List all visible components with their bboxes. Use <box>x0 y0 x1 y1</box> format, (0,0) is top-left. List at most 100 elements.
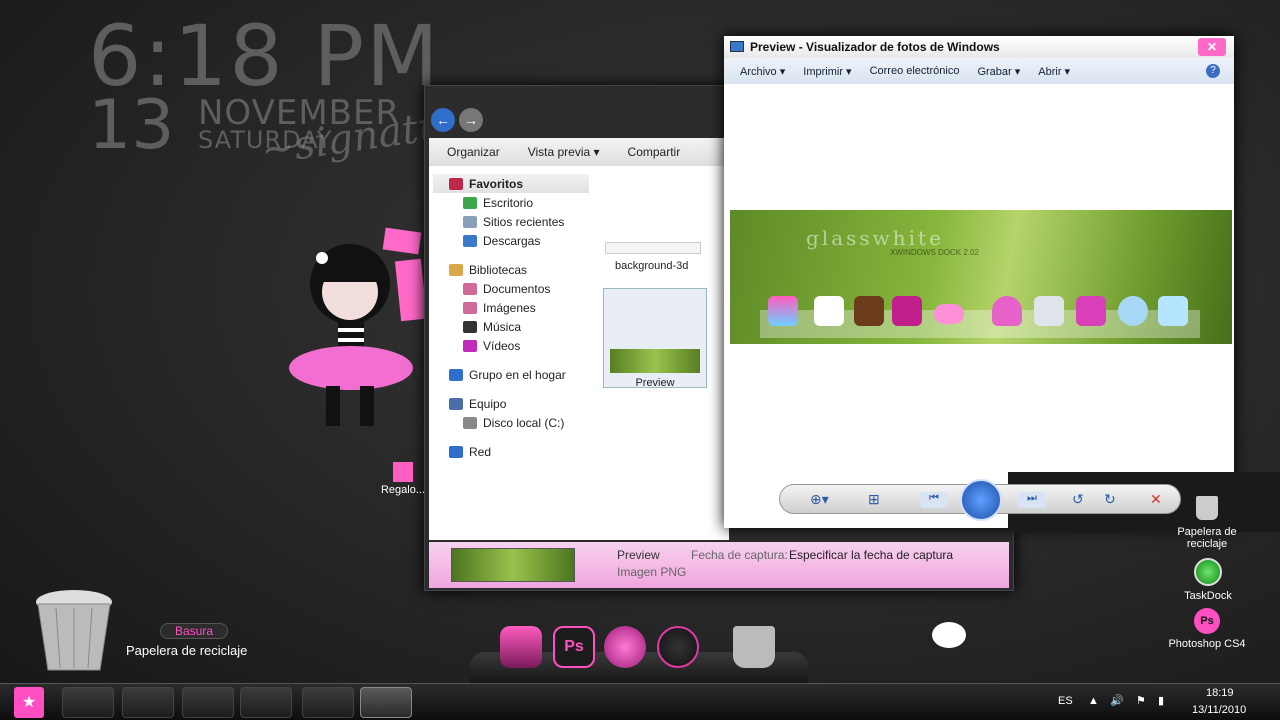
dock-icon <box>814 296 844 326</box>
flag-icon[interactable]: ⚑ <box>1136 694 1146 707</box>
dock-photoshop-icon[interactable]: Ps <box>553 626 595 668</box>
music-icon <box>463 320 477 333</box>
back-arrow-icon[interactable]: ← <box>431 108 455 132</box>
menu-imprimir[interactable]: Imprimir ▾ <box>803 65 851 78</box>
taskbar-app-messenger[interactable] <box>62 687 114 718</box>
rotate-left-icon[interactable]: ↺ <box>1072 491 1084 508</box>
dock-firefox-icon[interactable] <box>604 626 646 668</box>
tree-item-label: Vídeos <box>483 338 521 353</box>
tree-item[interactable]: Documentos <box>433 279 589 298</box>
dock-icon <box>1076 296 1106 326</box>
tree-item[interactable]: Favoritos <box>433 174 589 193</box>
preview-button[interactable]: Vista previa ▾ <box>528 145 600 159</box>
tree-item-label: Música <box>483 319 522 334</box>
drive-icon <box>463 416 477 429</box>
gift-icon <box>393 462 413 482</box>
photo-subtitle: XWINDOWS DOCK 2.02 <box>890 248 979 257</box>
viewer-menubar: Archivo ▾ Imprimir ▾ Correo electrónico Gra… <box>724 58 1234 84</box>
tree-item[interactable]: Sitios recientes <box>433 212 589 231</box>
dock-trash-icon[interactable] <box>733 626 775 668</box>
recent-icon <box>463 215 477 228</box>
tree-item[interactable]: Grupo en el hogar <box>433 365 589 384</box>
tree-item[interactable]: Imágenes <box>433 298 589 317</box>
taskdock-icon <box>1194 558 1222 586</box>
tree-item[interactable]: Red <box>433 442 589 461</box>
menu-abrir[interactable]: Abrir ▾ <box>1038 65 1070 78</box>
desktop-icon-gift[interactable]: Regalo... <box>380 462 426 496</box>
desktop-icon-taskdock[interactable]: TaskDock <box>1176 558 1240 602</box>
menu-correoelectrnico[interactable]: Correo electrónico <box>870 65 960 77</box>
volume-icon[interactable]: 🔊 <box>1110 694 1124 707</box>
taskbar-app-user[interactable] <box>182 687 234 718</box>
tree-item-label: Imágenes <box>483 300 536 315</box>
tree-item[interactable]: Equipo <box>433 394 589 413</box>
dock-video-icon[interactable] <box>657 626 699 668</box>
forward-arrow-icon[interactable]: → <box>459 108 483 132</box>
dock-media-icon[interactable] <box>500 626 542 668</box>
tree-item-label: Equipo <box>469 396 507 411</box>
desktop-icon-photoshop[interactable]: Ps Photoshop CS4 <box>1164 608 1250 650</box>
trash-icon[interactable] <box>34 588 114 674</box>
start-button[interactable]: ★ <box>14 687 44 718</box>
tree-item[interactable]: Disco local (C:) <box>433 413 589 432</box>
star-icon <box>449 177 463 190</box>
menu-grabar[interactable]: Grabar ▾ <box>977 65 1020 78</box>
details-type: Imagen PNG <box>617 565 687 579</box>
tree-item[interactable]: Bibliotecas <box>433 260 589 279</box>
details-name: Preview <box>617 548 660 562</box>
delete-icon[interactable]: ✕ <box>1150 491 1162 508</box>
clock-widget: 6:18 PM 13 NOVEMBER SATURDAY <box>88 14 440 160</box>
dock-icon <box>768 296 798 326</box>
taskbar-time[interactable]: 18:19 <box>1206 687 1234 699</box>
menu-label: Imprimir <box>803 65 843 78</box>
chevron-down-icon: ▾ <box>776 65 786 78</box>
viewer-titlebar: Preview - Visualizador de fotos de Windo… <box>724 36 1234 58</box>
tree-item[interactable]: Música <box>433 317 589 336</box>
file-label[interactable]: background-3d <box>615 260 688 272</box>
slideshow-icon[interactable] <box>960 479 1002 521</box>
network-icon[interactable]: ▮ <box>1158 694 1164 707</box>
desktop-icon-recycle-bin[interactable]: Papelera de reciclaje <box>1170 496 1244 550</box>
taskbar-app-photo-viewer[interactable] <box>360 687 412 718</box>
tree-item[interactable]: Descargas <box>433 231 589 250</box>
actual-size-icon[interactable]: ⊞ <box>868 491 880 508</box>
tree-item-label: Favoritos <box>469 176 524 191</box>
computer-icon <box>449 397 463 410</box>
next-icon[interactable]: ⏭ <box>1018 492 1046 508</box>
organize-button[interactable]: Organizar <box>447 145 500 159</box>
previous-icon[interactable]: ⏮ <box>920 492 948 508</box>
menu-archivo[interactable]: Archivo ▾ <box>740 65 785 78</box>
taskbar-app-explorer[interactable] <box>302 687 354 718</box>
language-indicator[interactable]: ES <box>1058 695 1073 707</box>
tree-item-label: Bibliotecas <box>469 262 528 277</box>
recycle-bin-icon <box>1196 496 1218 520</box>
zoom-icon[interactable]: ⊕▾ <box>810 491 829 508</box>
file-item-selected[interactable]: Preview <box>603 288 707 389</box>
explorer-navigation: ← → <box>431 108 483 132</box>
chevron-down-icon: ▾ <box>1061 65 1071 78</box>
tree-item[interactable]: Escritorio <box>433 193 589 212</box>
tree-item[interactable]: Vídeos <box>433 336 589 355</box>
pictures-icon <box>463 301 477 314</box>
dock-icon <box>854 296 884 326</box>
photoshop-icon: Ps <box>1194 608 1220 634</box>
taskbar-date[interactable]: 13/11/2010 <box>1192 704 1246 716</box>
menu-label: Grabar <box>977 65 1012 78</box>
taskbar-app-photoshop[interactable] <box>122 687 174 718</box>
taskbar-app-notes[interactable] <box>240 687 292 718</box>
details-date-value[interactable]: Especificar la fecha de captura <box>789 548 953 562</box>
file-thumbnail[interactable] <box>605 242 701 254</box>
share-button[interactable]: Compartir <box>628 145 681 159</box>
help-icon[interactable]: ? <box>1206 64 1220 78</box>
show-hidden-icons-icon[interactable]: ▲ <box>1088 695 1099 707</box>
library-icon <box>449 263 463 276</box>
tree-item-label: Sitios recientes <box>483 214 565 229</box>
chevron-down-icon: ▾ <box>842 65 852 78</box>
desktop-icon-label: Photoshop CS4 <box>1168 638 1246 650</box>
details-date-label: Fecha de captura: <box>691 548 788 562</box>
tree-item-label: Escritorio <box>483 195 534 210</box>
close-icon[interactable]: ✕ <box>1198 38 1226 56</box>
hello-kitty-icon[interactable] <box>932 622 966 648</box>
rotate-right-icon[interactable]: ↻ <box>1104 491 1116 508</box>
